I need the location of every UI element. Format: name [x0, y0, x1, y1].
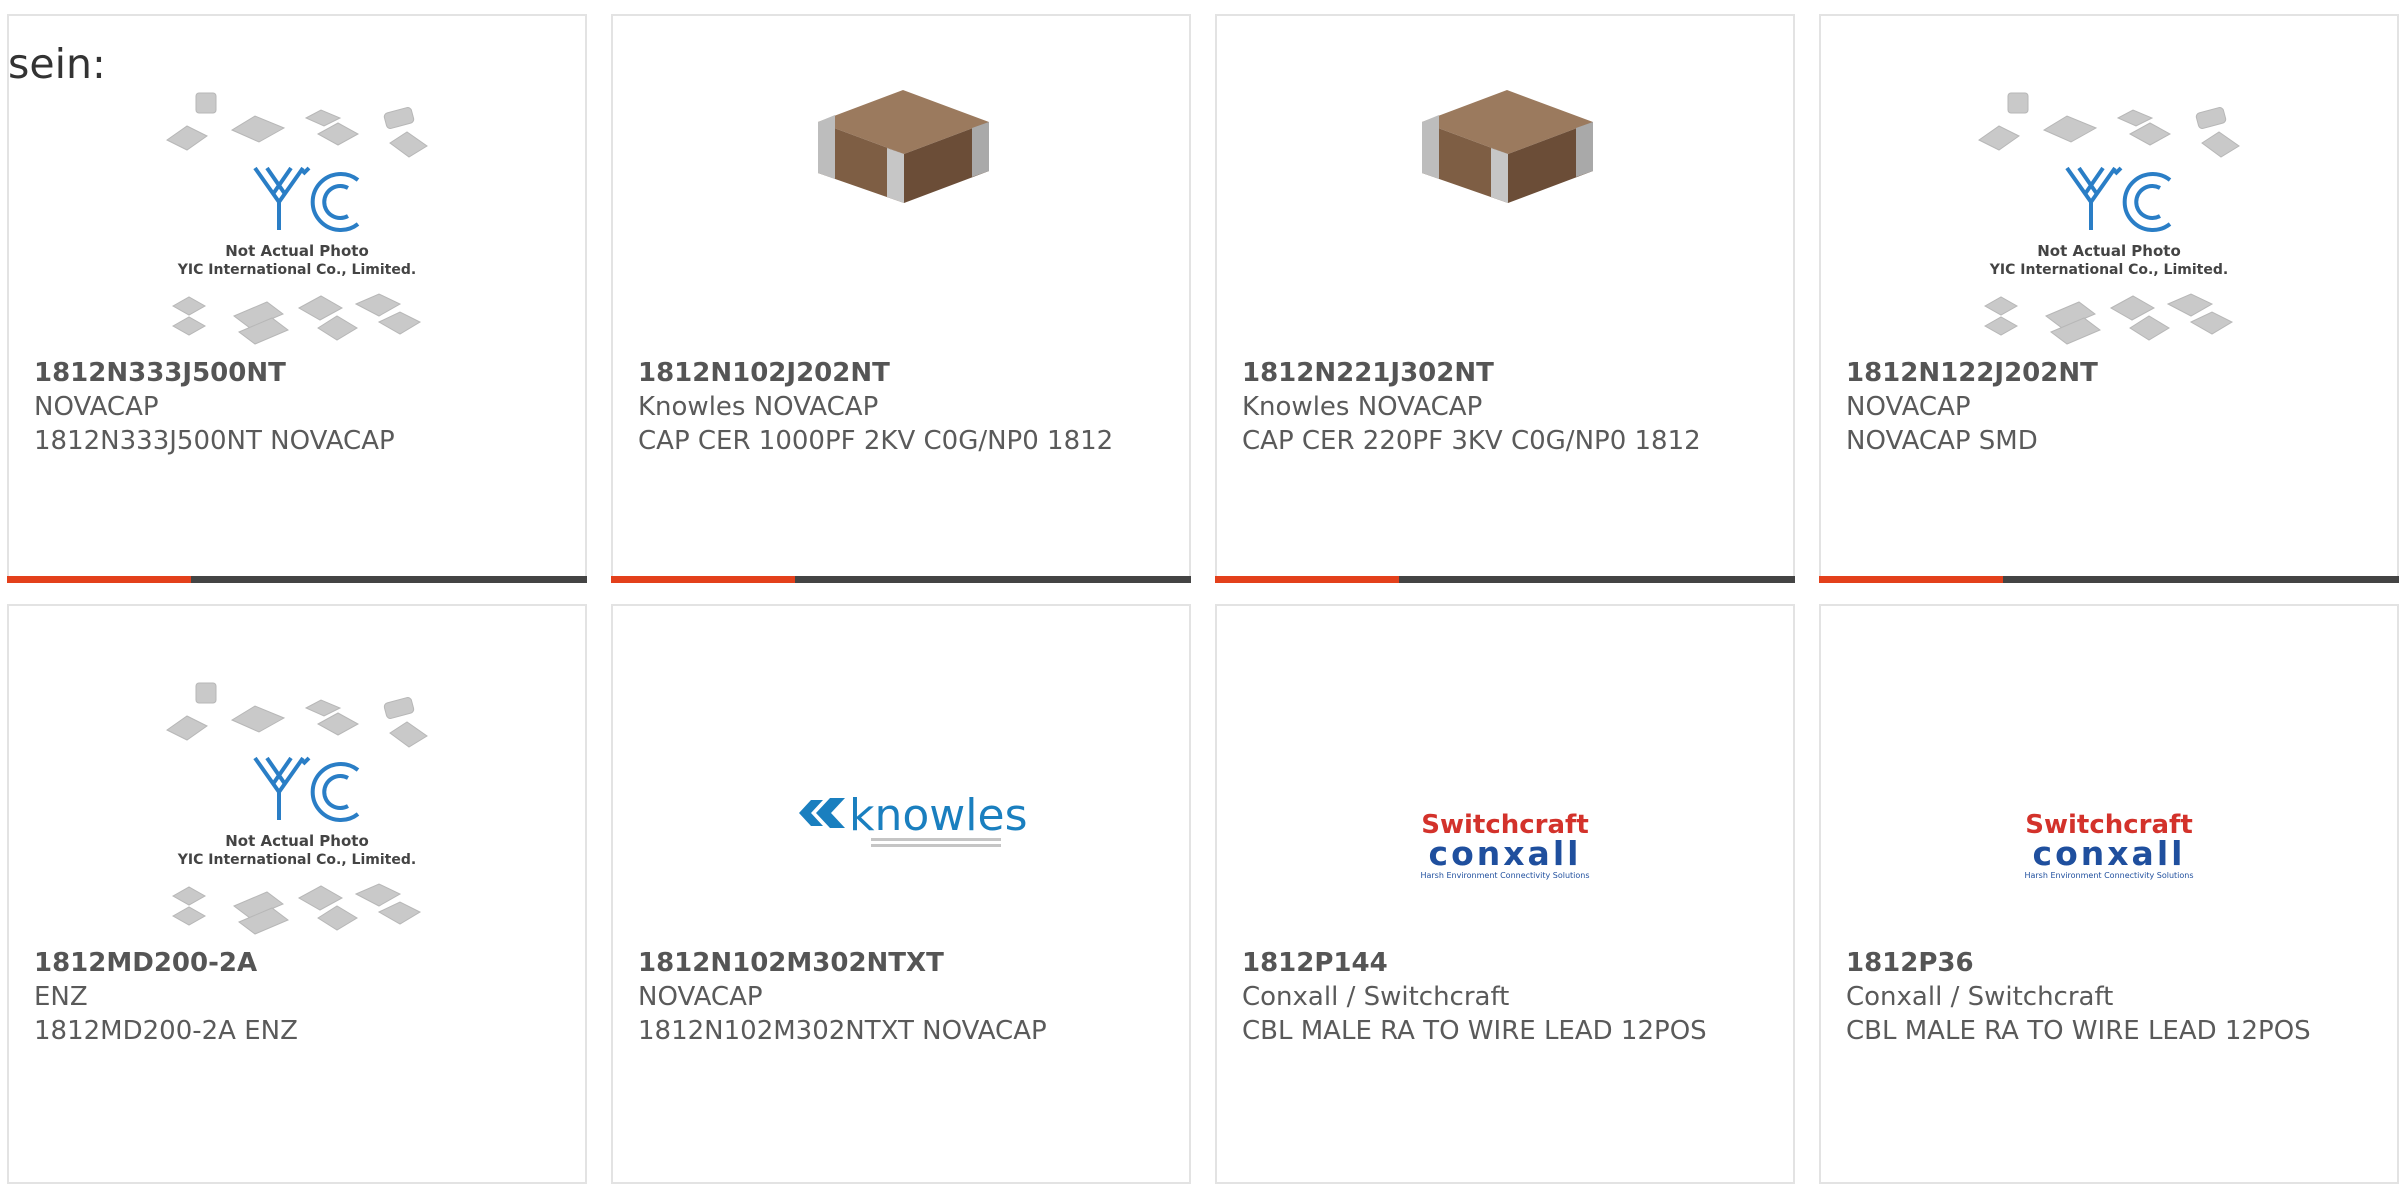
product-info: 1812P36 Conxall / Switchcraft CBL MALE R… [1846, 946, 2377, 1048]
product-info: 1812P144 Conxall / Switchcraft CBL MALE … [1242, 946, 1773, 1048]
product-info: 1812N122J202NT NOVACAP NOVACAP SMD [1846, 356, 2377, 458]
product-info: 1812N102M302NTXT NOVACAP 1812N102M302NTX… [638, 946, 1169, 1048]
product-manufacturer: Conxall / Switchcraft [1846, 982, 2114, 1012]
product-description: CBL MALE RA TO WIRE LEAD 12POS [1242, 1016, 1707, 1046]
product-part-number[interactable]: 1812N221J302NT [1242, 356, 1773, 390]
switchcraft-tagline: Harsh Environment Connectivity Solutions [2024, 871, 2193, 880]
chip-capacitor-image [1422, 90, 1593, 203]
card-accent-bar [611, 576, 795, 583]
switchcraft-tagline: Harsh Environment Connectivity Solutions [1420, 871, 1589, 880]
product-image[interactable]: Not Actual Photo YIC International Co., … [9, 680, 585, 954]
product-manufacturer: ENZ [34, 982, 88, 1012]
card-accent-bar [7, 576, 191, 583]
card-bottom-bar [611, 576, 1191, 583]
placeholder-image: Not Actual Photo YIC International Co., … [1978, 92, 2240, 345]
product-image[interactable]: Not Actual Photo YIC International Co., … [1821, 90, 2397, 364]
placeholder-line2: YIC International Co., Limited. [177, 852, 416, 868]
placeholder-line2: YIC International Co., Limited. [1989, 262, 2228, 278]
card-bottom-bar [7, 576, 587, 583]
product-image[interactable]: knowles [613, 680, 1189, 954]
product-manufacturer: NOVACAP [1846, 392, 1971, 422]
card-accent-bar [1819, 576, 2003, 583]
product-description: 1812MD200-2A ENZ [34, 1016, 298, 1046]
card-bottom-bar [1819, 576, 2399, 583]
product-part-number[interactable]: 1812P36 [1846, 946, 2377, 980]
switchcraft-conxall-logo: Switchcraft conxall Harsh Environment Co… [2024, 810, 2193, 880]
product-image[interactable]: Not Actual Photo YIC International Co., … [9, 90, 585, 364]
product-image[interactable]: Switchcraft conxall Harsh Environment Co… [1821, 680, 2397, 954]
product-card[interactable]: Switchcraft conxall Harsh Environment Co… [1215, 604, 1795, 1184]
product-description: 1812N102M302NTXT NOVACAP [638, 1016, 1047, 1046]
product-image[interactable] [1217, 90, 1793, 364]
product-card[interactable]: 1812N221J302NT Knowles NOVACAP CAP CER 2… [1215, 14, 1795, 583]
product-manufacturer: NOVACAP [638, 982, 763, 1012]
product-image[interactable] [613, 90, 1189, 364]
placeholder-line1: Not Actual Photo [225, 242, 369, 260]
card-bottom-bar [1215, 576, 1795, 583]
product-part-number[interactable]: 1812N122J202NT [1846, 356, 2377, 390]
conxall-wordmark: conxall [2033, 834, 2186, 873]
product-description: 1812N333J500NT NOVACAP [34, 426, 395, 456]
placeholder-image: Not Actual Photo YIC International Co., … [166, 92, 428, 345]
product-part-number[interactable]: 1812N102M302NTXT [638, 946, 1169, 980]
product-manufacturer: Knowles NOVACAP [1242, 392, 1483, 422]
conxall-wordmark: conxall [1429, 834, 1582, 873]
product-card[interactable]: 1812N102J202NT Knowles NOVACAP CAP CER 1… [611, 14, 1191, 583]
product-info: 1812N221J302NT Knowles NOVACAP CAP CER 2… [1242, 356, 1773, 458]
product-card[interactable]: Switchcraft conxall Harsh Environment Co… [1819, 604, 2399, 1184]
product-manufacturer: NOVACAP [34, 392, 159, 422]
knowles-wordmark: knowles [849, 790, 1028, 841]
product-part-number[interactable]: 1812MD200-2A [34, 946, 565, 980]
product-part-number[interactable]: 1812N333J500NT [34, 356, 565, 390]
product-info: 1812N102J202NT Knowles NOVACAP CAP CER 1… [638, 356, 1169, 458]
product-card[interactable]: Not Actual Photo YIC International Co., … [7, 14, 587, 583]
placeholder-line2: YIC International Co., Limited. [177, 262, 416, 278]
product-description: NOVACAP SMD [1846, 426, 2038, 456]
product-description: CBL MALE RA TO WIRE LEAD 12POS [1846, 1016, 2311, 1046]
product-info: 1812MD200-2A ENZ 1812MD200-2A ENZ [34, 946, 565, 1048]
knowles-logo: knowles [799, 790, 1028, 847]
intro-text: sein: [8, 40, 106, 88]
switchcraft-conxall-logo: Switchcraft conxall Harsh Environment Co… [1420, 810, 1589, 880]
product-part-number[interactable]: 1812N102J202NT [638, 356, 1169, 390]
placeholder-line1: Not Actual Photo [225, 832, 369, 850]
placeholder-image: Not Actual Photo YIC International Co., … [166, 682, 428, 935]
product-card[interactable]: Not Actual Photo YIC International Co., … [7, 604, 587, 1184]
product-info: 1812N333J500NT NOVACAP 1812N333J500NT NO… [34, 356, 565, 458]
product-card[interactable]: Not Actual Photo YIC International Co., … [1819, 14, 2399, 583]
product-image[interactable]: Switchcraft conxall Harsh Environment Co… [1217, 680, 1793, 954]
product-manufacturer: Conxall / Switchcraft [1242, 982, 1510, 1012]
chip-capacitor-image [818, 90, 989, 203]
product-card[interactable]: knowles 1812N102M302NTXT NOVACAP 1812N10… [611, 604, 1191, 1184]
card-accent-bar [1215, 576, 1399, 583]
product-manufacturer: Knowles NOVACAP [638, 392, 879, 422]
product-description: CAP CER 1000PF 2KV C0G/NP0 1812 [638, 426, 1114, 456]
product-part-number[interactable]: 1812P144 [1242, 946, 1773, 980]
product-description: CAP CER 220PF 3KV C0G/NP0 1812 [1242, 426, 1701, 456]
placeholder-line1: Not Actual Photo [2037, 242, 2181, 260]
